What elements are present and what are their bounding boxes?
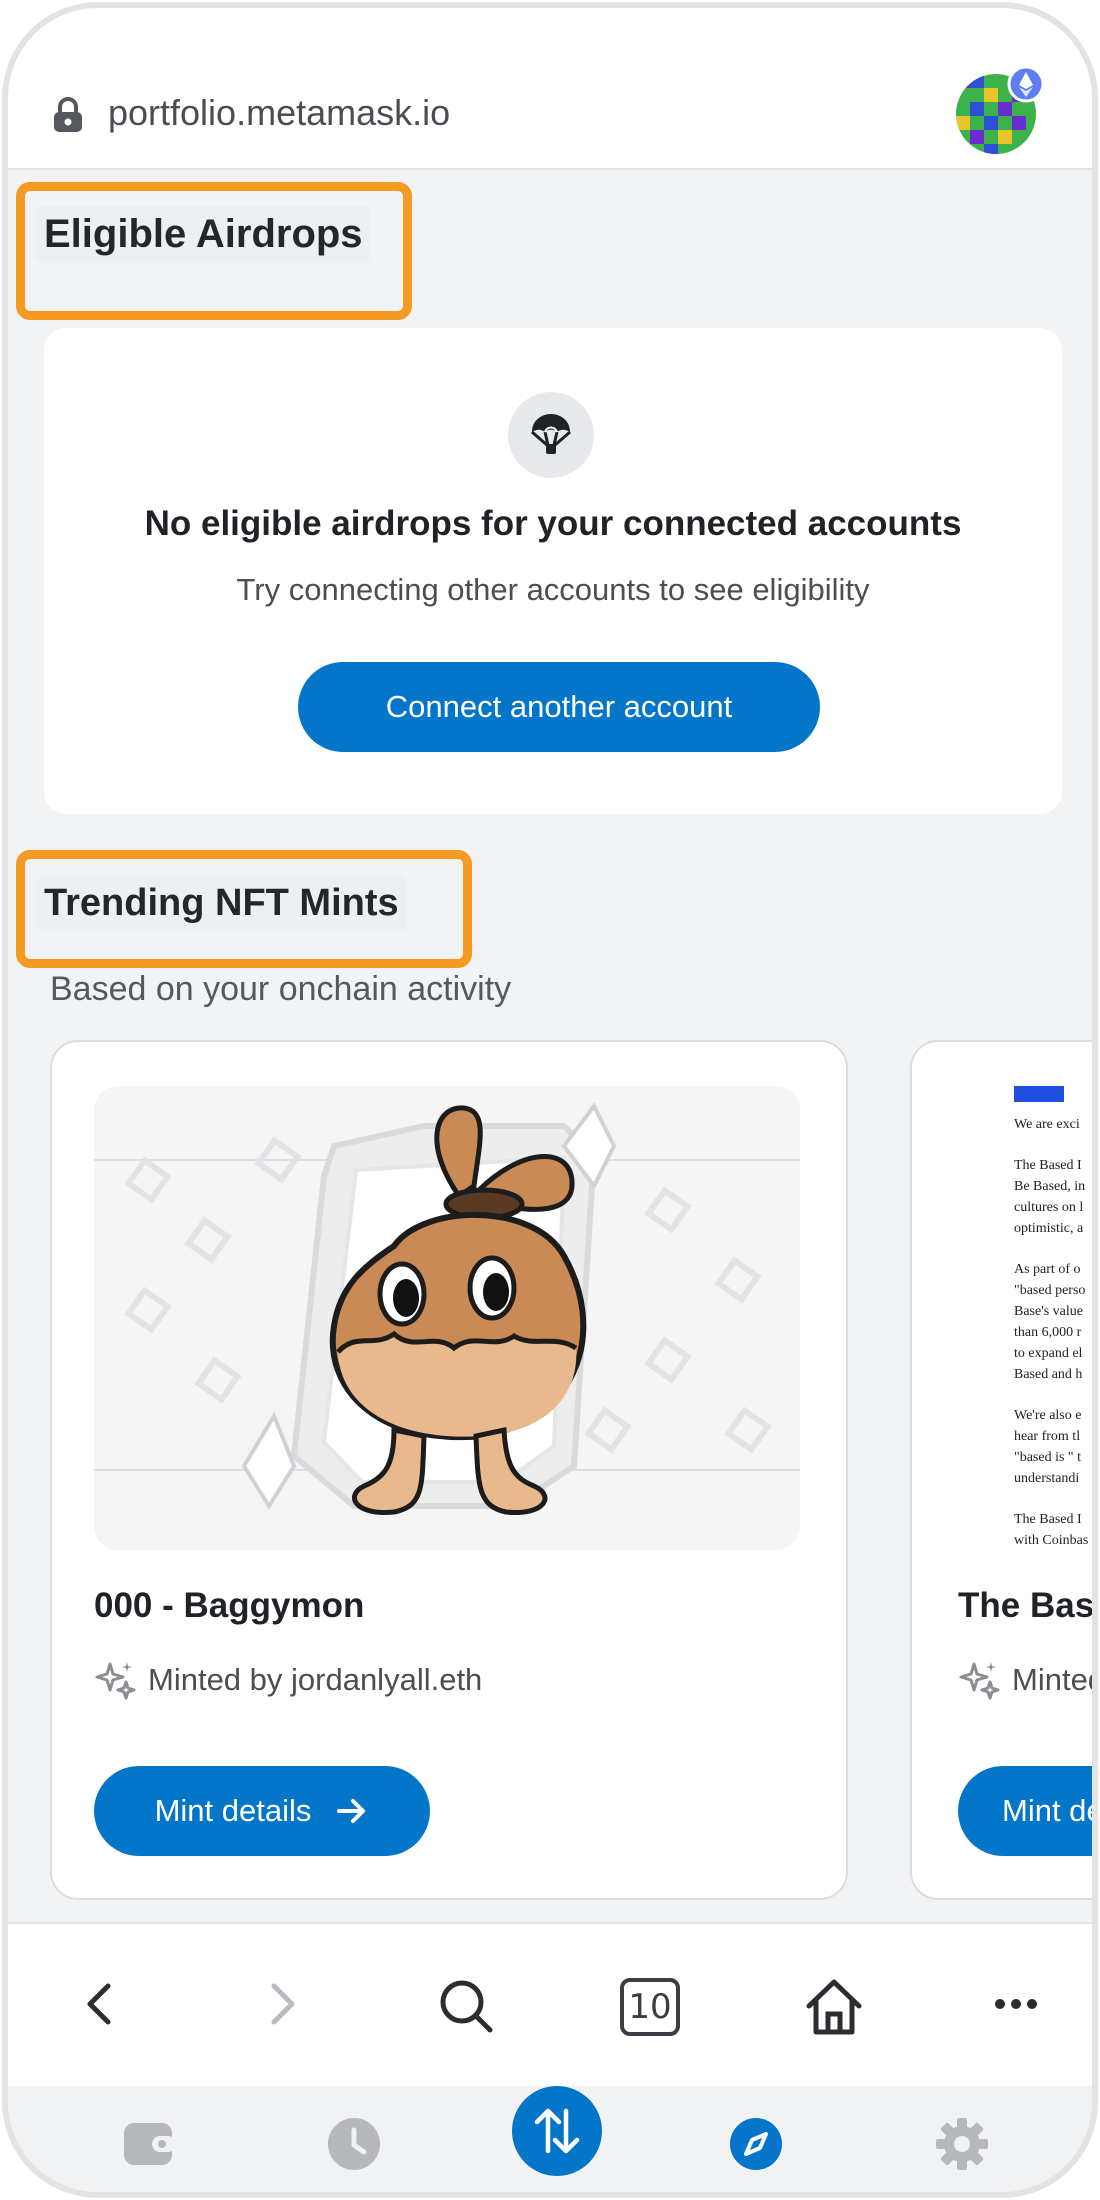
nft-section-subtitle: Based on your onchain activity xyxy=(50,970,512,1008)
doc-line: "based perso xyxy=(1014,1283,1086,1298)
tab-browser[interactable] xyxy=(726,2114,786,2174)
airdrops-section-title: Eligible Airdrops xyxy=(36,206,371,263)
app-tab-bar xyxy=(8,2086,1092,2192)
doc-line: cultures on l xyxy=(1014,1200,1084,1215)
tab-activity[interactable] xyxy=(324,2114,384,2174)
doc-text: We are exci The Based I Be Based, in cultur… xyxy=(1008,1114,1092,1550)
tabs-button[interactable]: 10 xyxy=(616,1974,684,2040)
swap-arrows-icon xyxy=(534,2108,580,2154)
arrow-right-icon xyxy=(337,1799,366,1823)
doc-line: Based and h xyxy=(1014,1367,1083,1382)
doc-line: Base's value xyxy=(1014,1304,1084,1319)
airdrops-card: No eligible airdrops for your connected … xyxy=(44,328,1062,814)
doc-line: We are exci xyxy=(1014,1117,1080,1132)
compass-icon xyxy=(730,2118,782,2170)
clock-icon xyxy=(328,2118,380,2170)
doc-line: We're also e xyxy=(1014,1408,1082,1423)
search-icon xyxy=(440,1980,493,2033)
nft-section-title: Trending NFT Mints xyxy=(36,876,407,931)
doc-line: hear from tl xyxy=(1014,1429,1081,1444)
doc-line: The Based I xyxy=(1014,1512,1082,1527)
mint-details-label: Mint details xyxy=(154,1793,312,1828)
doc-line: with Coinbas xyxy=(1014,1533,1089,1548)
tab-swap-bridge[interactable] xyxy=(512,2086,602,2176)
address-bar[interactable]: portfolio.metamask.io xyxy=(8,8,1092,170)
doc-line: Be Based, in xyxy=(1014,1179,1086,1194)
doc-line: The Based I xyxy=(1014,1158,1082,1173)
nft-image-baggymon[interactable] xyxy=(94,1086,800,1550)
nft-image-based-document[interactable]: We are exci The Based I Be Based, in cultur… xyxy=(1008,1086,1092,1550)
mint-details-label: Mint de xyxy=(1002,1793,1098,1828)
account-avatar[interactable] xyxy=(954,66,1044,156)
no-airdrops-message: No eligible airdrops for your connected … xyxy=(144,504,962,543)
parachute-icon xyxy=(508,392,594,478)
mint-details-button[interactable]: Mint de xyxy=(958,1766,1098,1856)
mint-details-button[interactable]: Mint details xyxy=(94,1766,430,1856)
doc-line: "based is " t xyxy=(1014,1450,1082,1465)
nft-card-based[interactable]: We are exci The Based I Be Based, in cultur… xyxy=(910,1040,1098,1900)
gear-icon xyxy=(936,2118,988,2170)
no-airdrops-hint: Try connecting other accounts to see eli… xyxy=(236,572,870,607)
doc-line: than 6,000 r xyxy=(1014,1325,1082,1340)
doc-line: understandi xyxy=(1014,1471,1080,1486)
nft-minter: Minted xyxy=(958,1658,1098,1702)
tab-settings[interactable] xyxy=(932,2114,992,2174)
forward-button[interactable] xyxy=(252,1974,312,2034)
more-options-button[interactable] xyxy=(986,1974,1046,2034)
chevron-right-icon xyxy=(271,1983,295,2025)
lock-icon xyxy=(54,97,82,132)
minted-by-text: Minted by jordanlyall.eth xyxy=(148,1662,483,1697)
browser-toolbar: 10 xyxy=(8,1922,1092,2086)
url-text[interactable]: portfolio.metamask.io xyxy=(108,92,450,134)
sparkle-icon xyxy=(95,1662,136,1700)
home-icon xyxy=(806,1979,862,2035)
back-button[interactable] xyxy=(70,1974,130,2034)
phone-frame: portfolio.metamask.io Eligible Airdrops … xyxy=(2,2,1098,2198)
nft-name: 000 - Baggymon xyxy=(94,1586,365,1625)
home-button[interactable] xyxy=(800,1974,868,2040)
nft-name: The Base xyxy=(958,1586,1095,1625)
search-button[interactable] xyxy=(434,1974,498,2038)
doc-logo xyxy=(1014,1086,1064,1102)
wallet-icon xyxy=(124,2123,176,2165)
doc-line: to expand el xyxy=(1014,1346,1083,1361)
doc-line: As part of o xyxy=(1014,1262,1081,1277)
more-icon xyxy=(995,1999,1037,2009)
sparkle-icon xyxy=(959,1662,1000,1700)
minted-by-text: Minted xyxy=(1012,1662,1098,1697)
tab-count: 10 xyxy=(620,1978,680,2036)
tab-wallet[interactable] xyxy=(120,2114,180,2174)
doc-line: optimistic, a xyxy=(1014,1221,1084,1236)
chevron-left-icon xyxy=(87,1983,111,2025)
nft-minter: Minted by jordanlyall.eth xyxy=(94,1658,482,1702)
nft-card-baggymon[interactable]: 000 - Baggymon Minted by jordanlyall.eth… xyxy=(50,1040,848,1900)
connect-account-button[interactable]: Connect another account xyxy=(298,662,820,752)
